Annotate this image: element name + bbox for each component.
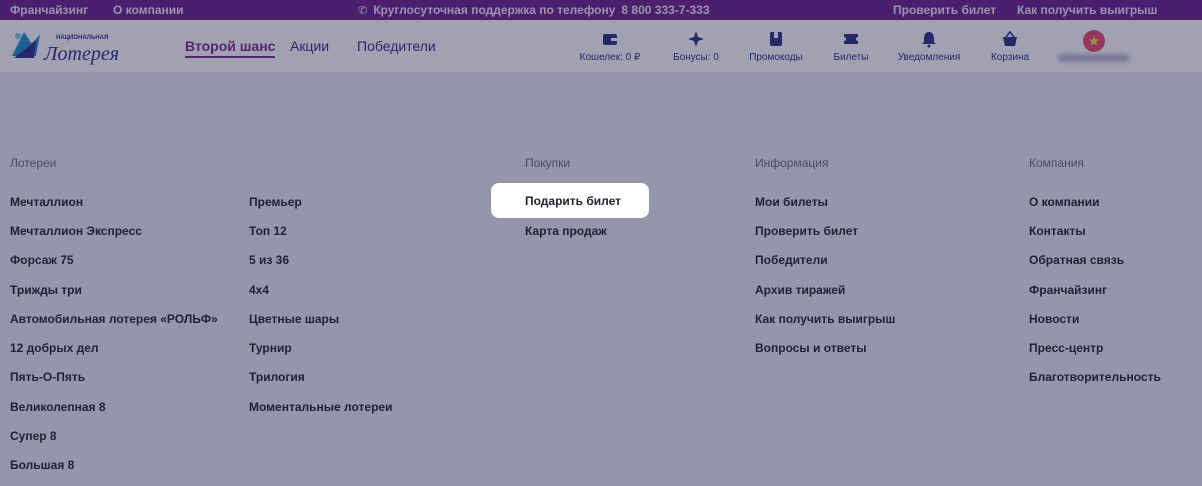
lottery-link[interactable]: Мечталлион Экспресс — [10, 224, 142, 238]
notifications-label: Уведомления — [897, 52, 961, 63]
phone-icon: ✆ — [358, 4, 368, 17]
lottery-link[interactable]: Топ 12 — [249, 224, 287, 238]
purchase-link-gift-ticket[interactable]: Подарить билет — [491, 183, 649, 218]
header: НАЦИОНАЛЬНАЯ Лотерея Второй шанс Акции П… — [0, 20, 1202, 72]
lottery-link[interactable]: Мечталлион — [10, 195, 83, 209]
header-promocodes[interactable]: Промокоды — [746, 30, 806, 63]
lottery-link[interactable]: 5 из 36 — [249, 253, 289, 267]
ticket-icon — [844, 34, 858, 44]
lottery-link[interactable]: 12 добрых дел — [10, 341, 99, 355]
lottery-link[interactable]: Большая 8 — [10, 458, 74, 472]
company-title: Компания — [1029, 156, 1084, 170]
top-link-franchise[interactable]: Франчайзинг — [10, 3, 88, 17]
info-link[interactable]: Как получить выигрыш — [755, 312, 895, 326]
bell-icon — [922, 32, 936, 48]
nav-promotions[interactable]: Акции — [290, 38, 329, 54]
header-notifications[interactable]: Уведомления — [895, 30, 963, 63]
company-link[interactable]: Контакты — [1029, 224, 1086, 238]
lotteries-title: Лотереи — [10, 156, 57, 170]
logo-big-text: Лотерея — [43, 43, 119, 65]
lottery-link[interactable]: Моментальные лотереи — [249, 400, 392, 414]
phone-number: 8 800 333-7-333 — [621, 3, 710, 17]
header-tickets[interactable]: Билеты — [830, 30, 872, 63]
info-link[interactable]: Вопросы и ответы — [755, 341, 866, 355]
lottery-link[interactable]: Великолепная 8 — [10, 400, 106, 414]
header-bonuses[interactable]: Бонусы: 0 — [668, 30, 724, 63]
header-wallet[interactable]: Кошелек: 0 ₽ — [574, 30, 646, 63]
lottery-link[interactable]: Супер 8 — [10, 429, 57, 443]
username-blurred — [1058, 54, 1130, 62]
info-title: Информация — [755, 156, 829, 170]
top-link-about[interactable]: О компании — [113, 3, 184, 17]
nav-second-chance[interactable]: Второй шанс — [185, 38, 276, 58]
lottery-link[interactable]: Турнир — [249, 341, 292, 355]
basket-icon — [1003, 30, 1017, 46]
avatar[interactable] — [1083, 30, 1105, 52]
wallet-icon — [603, 34, 617, 45]
tickets-label: Билеты — [833, 52, 869, 63]
lottery-link[interactable]: Пять-О-Пять — [10, 370, 85, 384]
purchase-link-sales-map[interactable]: Карта продаж — [525, 224, 607, 238]
lottery-link[interactable]: 4х4 — [249, 283, 269, 297]
company-link[interactable]: Обратная связь — [1029, 253, 1124, 267]
company-link[interactable]: Новости — [1029, 312, 1079, 326]
top-link-check-ticket[interactable]: Проверить билет — [893, 3, 996, 17]
lottery-link[interactable]: Трижды три — [10, 283, 82, 297]
top-link-how-to-win[interactable]: Как получить выигрыш — [1017, 3, 1157, 17]
company-link[interactable]: Франчайзинг — [1029, 283, 1107, 297]
info-link[interactable]: Проверить билет — [755, 224, 858, 238]
lottery-link[interactable]: Форсаж 75 — [10, 253, 74, 267]
header-basket[interactable]: Корзина — [988, 30, 1032, 63]
bonuses-label: Бонусы: 0 — [673, 52, 719, 63]
footer-menu: Лотереи Покупки Информация Компания Мечт… — [0, 72, 1202, 486]
company-link[interactable]: О компании — [1029, 195, 1100, 209]
star-icon — [1089, 36, 1099, 46]
wallet-label: Кошелек: 0 ₽ — [579, 52, 641, 63]
top-bar: Франчайзинг О компании ✆ Круглосуточная … — [0, 0, 1202, 20]
logo-mark: НАЦИОНАЛЬНАЯ Лотерея — [12, 32, 119, 65]
lottery-link[interactable]: Премьер — [249, 195, 302, 209]
promocodes-label: Промокоды — [749, 52, 803, 63]
support-text: Круглосуточная поддержка по телефону — [373, 3, 616, 17]
nav-winners[interactable]: Победители — [357, 38, 436, 54]
company-link[interactable]: Пресс-центр — [1029, 341, 1103, 355]
info-link[interactable]: Победители — [755, 253, 828, 267]
logo-small-text: НАЦИОНАЛЬНАЯ — [56, 35, 108, 41]
gift-ticket-label: Подарить билет — [525, 194, 622, 208]
company-link[interactable]: Благотворительность — [1029, 370, 1161, 384]
support-phone[interactable]: ✆ Круглосуточная поддержка по телефону 8… — [358, 3, 710, 17]
logo[interactable]: НАЦИОНАЛЬНАЯ Лотерея — [10, 26, 138, 66]
lottery-link[interactable]: Цветные шары — [249, 312, 339, 326]
info-link[interactable]: Архив тиражей — [755, 283, 845, 297]
sparkle-icon — [688, 31, 704, 47]
purchases-title: Покупки — [525, 156, 571, 170]
lottery-link[interactable]: Трилогия — [249, 370, 305, 384]
promo-icon — [770, 32, 782, 46]
basket-label: Корзина — [990, 52, 1030, 63]
info-link[interactable]: Мои билеты — [755, 195, 828, 209]
lottery-link[interactable]: Автомобильная лотерея «РОЛЬФ» — [10, 312, 218, 326]
